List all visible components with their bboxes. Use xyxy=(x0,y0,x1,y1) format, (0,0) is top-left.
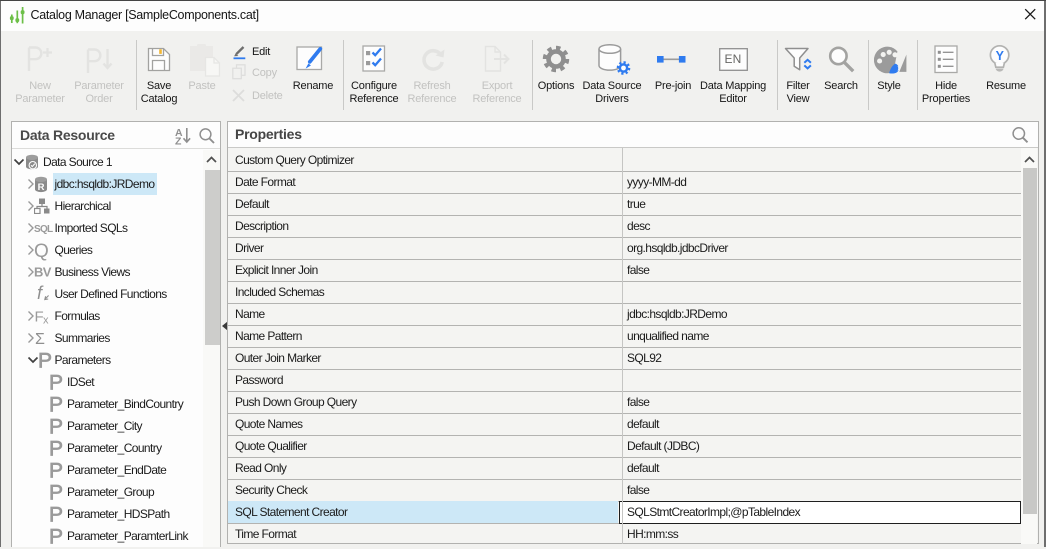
svg-text:P: P xyxy=(49,526,63,549)
svg-text:P: P xyxy=(49,460,63,483)
svg-text:P: P xyxy=(49,482,63,505)
svg-text:P: P xyxy=(49,372,63,395)
svg-text:x: x xyxy=(43,315,49,327)
svg-text:f: f xyxy=(37,283,44,303)
svg-text:Σ: Σ xyxy=(35,331,45,348)
svg-text:SQL: SQL xyxy=(34,224,53,235)
svg-text:Z: Z xyxy=(175,136,182,146)
svg-text:BV: BV xyxy=(34,265,52,280)
svg-text:Q: Q xyxy=(34,241,49,262)
svg-text:P: P xyxy=(38,350,52,373)
svg-text:R: R xyxy=(38,181,45,192)
svg-text:P: P xyxy=(49,416,63,439)
svg-text:P: P xyxy=(49,394,63,417)
svg-text:P: P xyxy=(49,504,63,527)
svg-text:P: P xyxy=(49,438,63,461)
